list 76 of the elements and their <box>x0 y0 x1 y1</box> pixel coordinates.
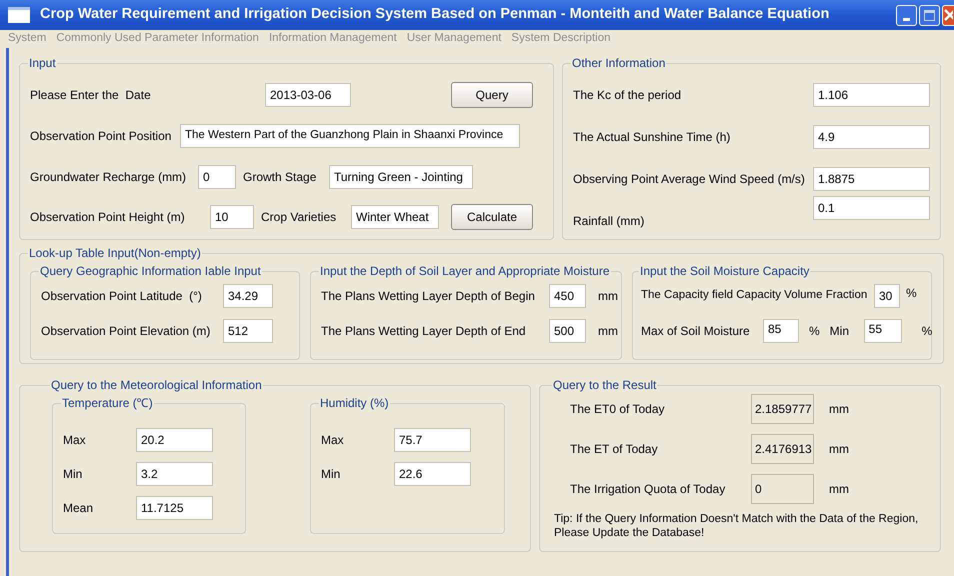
close-button[interactable] <box>942 4 954 26</box>
field-label: mm <box>598 288 618 305</box>
field-label: Observation Point Elevation (m) <box>41 323 212 340</box>
input-field[interactable]: 75.7 <box>394 428 471 452</box>
field-label: Mean <box>63 500 94 517</box>
field-label: The Kc of the period <box>573 87 682 104</box>
field-label: Min <box>63 466 84 483</box>
output-field: 0 <box>751 474 814 504</box>
field-label: mm <box>829 441 849 458</box>
field-label: Max of Soil Moisture <box>641 323 751 340</box>
group-title: Other Information <box>571 55 666 72</box>
field-label: % <box>906 285 917 302</box>
maximize-button[interactable] <box>919 4 940 26</box>
output-field: 2.4176913 <box>751 434 814 464</box>
group-title: Query Geographic Information Iable Input <box>39 263 262 280</box>
field-label: mm <box>598 323 618 340</box>
field-label: The Irrigation Quota of Today <box>570 481 726 498</box>
button[interactable]: Calculate <box>451 204 533 230</box>
field-label: Min <box>321 466 342 483</box>
window-title: Crop Water Requirement and Irrigation Decision System Based on Penman - Monteith and Water Balance Equation <box>40 5 830 24</box>
group-title: Query to the Result <box>552 377 658 394</box>
field-label: Please Enter the Date <box>30 87 152 104</box>
field-label: Min <box>830 323 850 340</box>
group-title: Input the Depth of Soil Layer and Appropriate Moisture <box>319 263 611 280</box>
input-field[interactable]: 4.9 <box>813 125 930 149</box>
input-field[interactable]: 0.1 <box>813 196 930 220</box>
group-title: Input the Soil Moisture Capacity <box>639 263 810 280</box>
button[interactable]: Query <box>451 82 533 108</box>
input-field[interactable]: 512 <box>223 319 273 343</box>
input-field[interactable]: 30 <box>874 284 900 308</box>
group-title: Query to the Meteorological Information <box>50 377 263 394</box>
input-field[interactable]: 10 <box>210 205 254 229</box>
field-label: The Plans Wetting Layer Depth of End <box>321 323 527 340</box>
input-field[interactable]: 11.7125 <box>136 496 213 520</box>
input-field[interactable]: 3.2 <box>136 462 213 486</box>
field-label: Growth Stage <box>243 169 318 186</box>
field-label: mm <box>829 401 849 418</box>
field-label: Max <box>321 432 345 449</box>
field-label: Observation Point Position <box>30 128 172 145</box>
input-field[interactable]: 500 <box>549 319 586 343</box>
input-field[interactable]: 34.29 <box>223 284 273 308</box>
input-field[interactable]: 55 <box>864 319 902 343</box>
input-field[interactable]: 1.106 <box>813 83 930 107</box>
group-title: Temperature (℃) <box>61 395 154 412</box>
field-label: Observation Point Height (m) <box>30 209 186 226</box>
input-field[interactable]: Winter Wheat <box>351 205 439 229</box>
window-icon <box>8 7 30 23</box>
field-label: % <box>922 323 932 340</box>
field-label: The Plans Wetting Layer Depth of Begin <box>321 288 536 305</box>
minimize-button[interactable] <box>896 4 917 26</box>
field-label: % <box>809 323 820 340</box>
input-field[interactable]: 2013-03-06 <box>265 83 351 107</box>
group-title: Input <box>28 55 57 72</box>
field-label: The Actual Sunshine Time (h) <box>573 129 730 146</box>
field-label: Crop Varieties <box>261 209 338 226</box>
input-field[interactable]: 85 <box>763 319 799 343</box>
input-field[interactable]: 0 <box>198 165 236 189</box>
field-label: Max <box>63 432 87 449</box>
input-field[interactable]: 22.6 <box>394 462 471 486</box>
field-label: Rainfall (mm) <box>573 213 644 230</box>
input-field[interactable]: The Western Part of the Guanzhong Plain in Shaanxi Province <box>180 124 520 148</box>
field-label: mm <box>829 481 849 498</box>
field-label: The ET of Today <box>570 441 659 458</box>
field-label: Groundwater Recharge (mm) <box>30 169 188 186</box>
input-field[interactable]: 20.2 <box>136 428 213 452</box>
group-title: Humidity (%) <box>319 395 390 412</box>
output-field: 2.1859777 <box>751 394 814 424</box>
field-label: The Capacity field Capacity Volume Fraction <box>641 288 868 304</box>
input-field[interactable]: Turning Green - Jointing <box>329 165 473 189</box>
tip-text: Tip: If the Query Information Doesn't Match with the Data of the Region, Please Update the Database! <box>554 512 920 540</box>
group-title: Look-up Table Input(Non-empty) <box>28 245 202 262</box>
field-label: Observing Point Average Wind Speed (m/s) <box>573 171 805 188</box>
field-label: Observation Point Latitude (°) <box>41 288 203 305</box>
input-field[interactable]: 450 <box>549 284 586 308</box>
field-label: The ET0 of Today <box>570 401 666 418</box>
input-field[interactable]: 1.8875 <box>813 167 930 191</box>
